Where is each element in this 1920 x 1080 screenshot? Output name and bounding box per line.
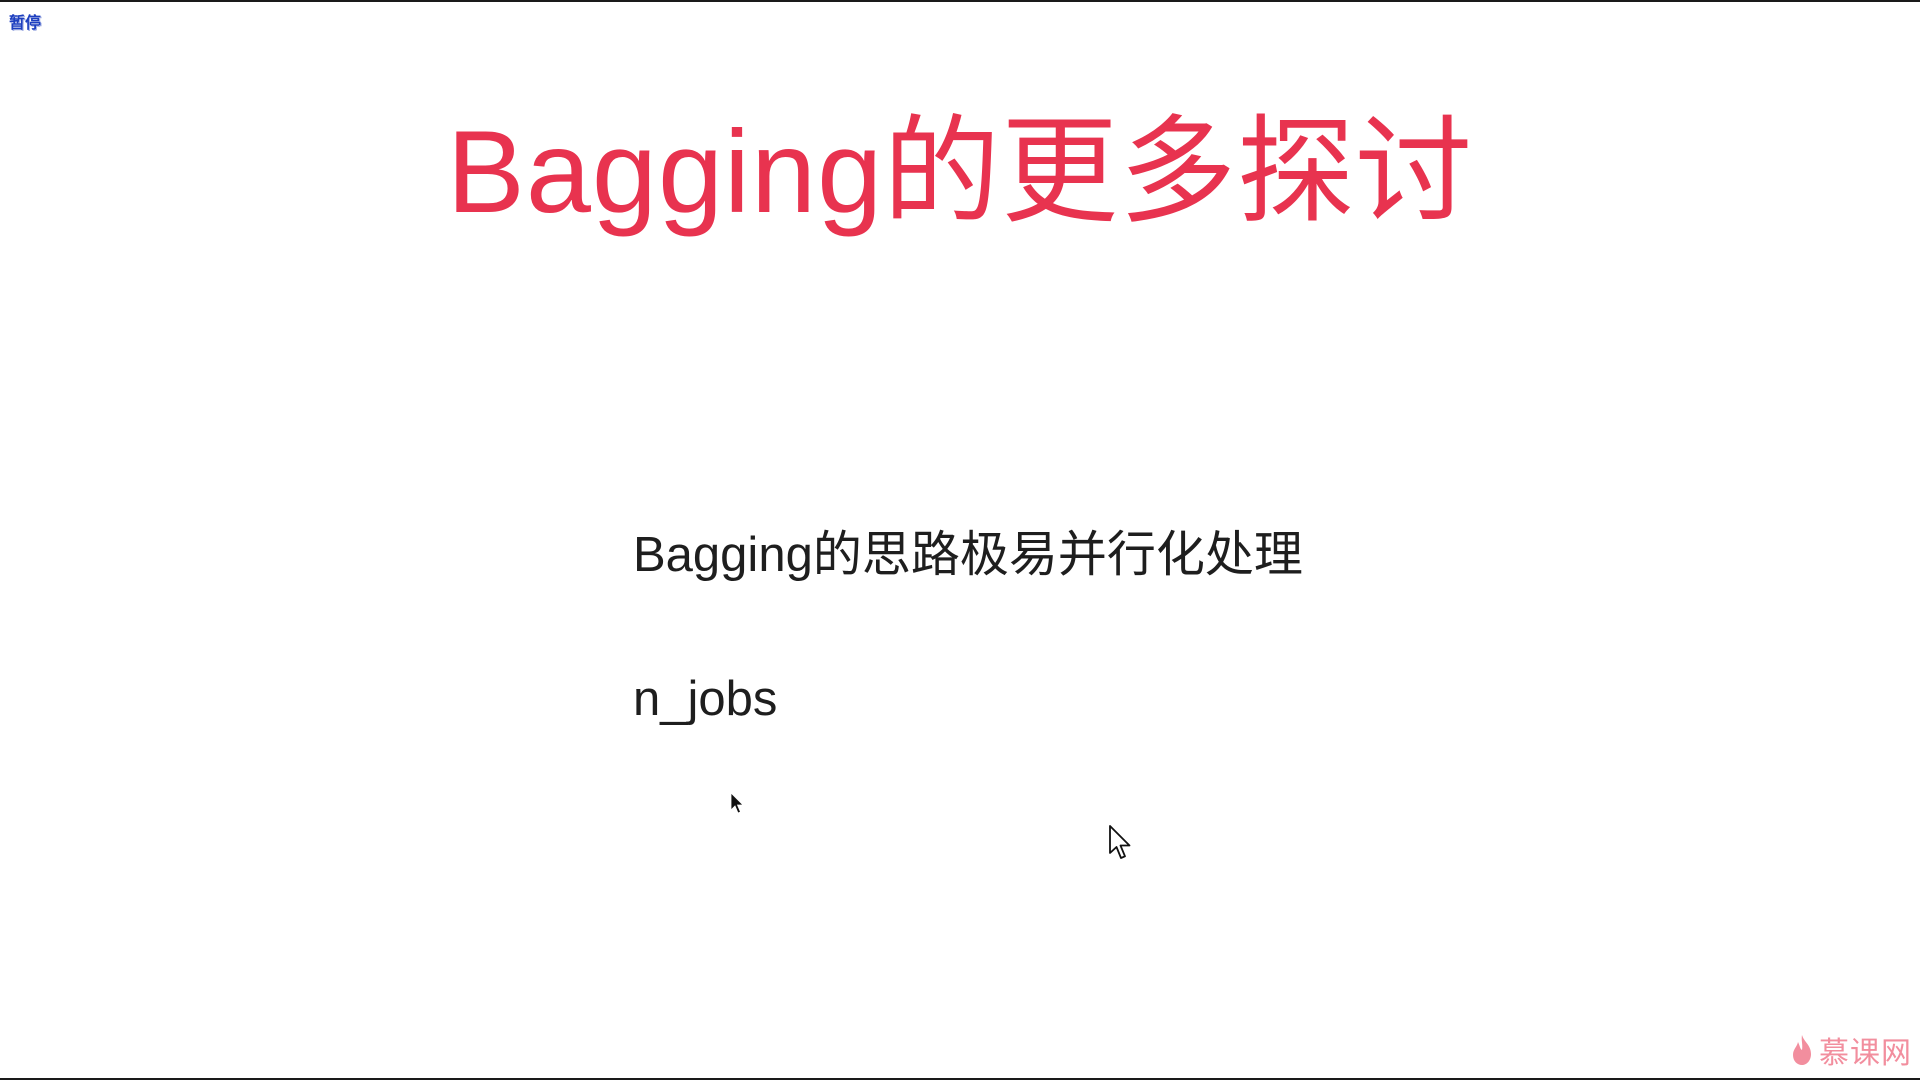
slide-bullet-parallel: Bagging的思路极易并行化处理 bbox=[633, 528, 1303, 582]
slide: Bagging的更多探讨 Bagging的思路极易并行化处理 n_jobs bbox=[0, 2, 1920, 1078]
watermark: 慕课网 bbox=[1789, 1028, 1912, 1072]
pointer-cursor-icon bbox=[730, 792, 744, 814]
slide-title: Bagging的更多探讨 bbox=[446, 106, 1474, 237]
arrow-cursor-icon bbox=[1109, 825, 1131, 859]
video-frame: 暂停 Bagging的更多探讨 Bagging的思路极易并行化处理 n_jobs… bbox=[0, 0, 1920, 1080]
flame-icon bbox=[1793, 1035, 1811, 1065]
slide-bullet-n-jobs: n_jobs bbox=[633, 672, 778, 726]
watermark-text: 慕课网 bbox=[1819, 1036, 1912, 1071]
